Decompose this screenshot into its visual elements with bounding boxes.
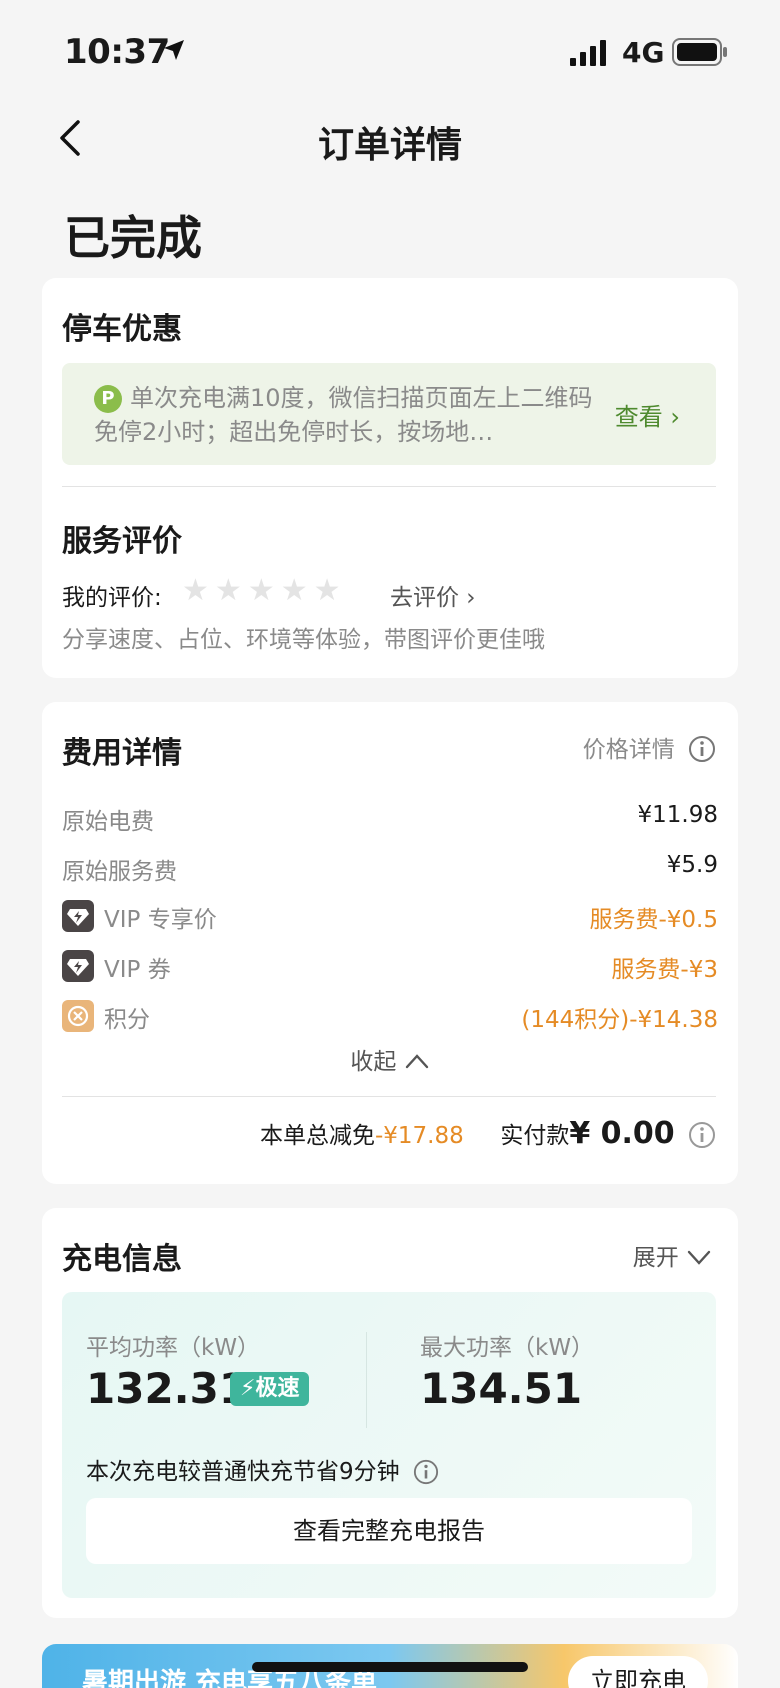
- parking-text: 单次充电满10度，微信扫描页面左上二维码免停2小时；超出免停时长，按场地…: [94, 384, 593, 446]
- paid-value: ¥ 0.00: [569, 1116, 675, 1151]
- fee-row: VIP 券 服务费-¥3: [62, 950, 718, 986]
- fee-row: VIP 专享价 服务费-¥0.5: [62, 900, 718, 936]
- star-icon[interactable]: ★: [248, 576, 275, 606]
- divider: [366, 1332, 367, 1428]
- fee-value: 服务费-¥0.5: [589, 907, 718, 933]
- battery-icon: [672, 38, 728, 70]
- fee-value: 服务费-¥3: [611, 957, 718, 983]
- parking-info-box[interactable]: P 单次充电满10度，微信扫描页面左上二维码免停2小时；超出免停时长，按场地… …: [62, 363, 716, 465]
- order-status: 已完成: [64, 211, 202, 265]
- avg-power-value: 132.31: [86, 1364, 249, 1413]
- fee-label: 原始服务费: [62, 859, 177, 885]
- expand-label: 展开: [632, 1245, 679, 1271]
- charging-card: 充电信息 展开 平均功率（kW） 132.31 ⚡极速 最大功率（kW） 134…: [42, 1208, 738, 1618]
- signal-icon: [570, 40, 610, 70]
- charging-stats-box: 平均功率（kW） 132.31 ⚡极速 最大功率（kW） 134.51 本次充电…: [62, 1292, 716, 1598]
- page-title: 订单详情: [317, 125, 462, 166]
- info-icon[interactable]: [413, 1459, 439, 1491]
- divider: [62, 1096, 716, 1097]
- speed-badge: ⚡极速: [230, 1372, 310, 1406]
- max-power-value: 134.51: [420, 1364, 583, 1413]
- info-icon: [688, 735, 716, 769]
- status-time: 10:37: [64, 32, 170, 72]
- fee-value: ¥5.9: [666, 852, 718, 878]
- parking-view-link[interactable]: 查看 ›: [615, 397, 680, 432]
- parking-rating-card: 停车优惠 P 单次充电满10度，微信扫描页面左上二维码免停2小时；超出免停时长，…: [42, 278, 738, 678]
- collapse-toggle[interactable]: 收起: [42, 1042, 738, 1076]
- total-discount-value: -¥17.88: [374, 1123, 464, 1149]
- home-indicator: [252, 1662, 528, 1672]
- rating-stars[interactable]: ★ ★ ★ ★ ★: [182, 576, 347, 606]
- star-icon[interactable]: ★: [314, 576, 341, 606]
- chevron-up-icon: [404, 1049, 430, 1075]
- fee-row: 原始电费 ¥11.98: [62, 802, 718, 838]
- saving-label: 本次充电较普通快充节省9分钟: [86, 1459, 400, 1485]
- parking-title: 停车优惠: [62, 312, 182, 347]
- price-detail-label: 价格详情: [582, 737, 675, 763]
- my-rating-label: 我的评价:: [62, 585, 162, 611]
- expand-toggle[interactable]: 展开: [633, 1238, 712, 1272]
- fee-value: (144积分)-¥14.38: [521, 1007, 718, 1033]
- banner-button[interactable]: 立即充电: [568, 1656, 708, 1688]
- total-line: 本单总减免-¥17.88 实付款¥ 0.00: [260, 1116, 716, 1155]
- rating-title: 服务评价: [62, 524, 182, 559]
- price-detail-link[interactable]: 价格详情: [583, 730, 716, 769]
- view-report-button[interactable]: 查看完整充电报告: [86, 1498, 692, 1564]
- paid-label: 实付款: [500, 1123, 570, 1149]
- fee-label: VIP 券: [104, 957, 171, 983]
- location-arrow-icon: [162, 38, 186, 66]
- fee-label: 原始电费: [62, 809, 154, 835]
- rating-hint: 分享速度、占位、环境等体验，带图评价更佳哦: [62, 627, 545, 653]
- divider: [62, 486, 716, 487]
- go-rate-link[interactable]: 去评价 ›: [390, 578, 476, 612]
- avg-power-label: 平均功率（kW）: [86, 1335, 261, 1361]
- fee-label: 积分: [104, 1007, 150, 1033]
- vip-icon: [62, 900, 94, 932]
- star-icon[interactable]: ★: [281, 576, 308, 606]
- fee-label: VIP 专享价: [104, 907, 217, 933]
- vip-coupon-icon: [62, 950, 94, 982]
- saving-text: 本次充电较普通快充节省9分钟: [86, 1452, 439, 1491]
- status-bar: 10:37 4G: [0, 0, 780, 100]
- star-icon[interactable]: ★: [215, 576, 242, 606]
- fee-title: 费用详情: [62, 736, 182, 771]
- charging-title: 充电信息: [62, 1242, 182, 1277]
- fee-row: 原始服务费 ¥5.9: [62, 852, 718, 888]
- chevron-down-icon: [687, 1250, 711, 1265]
- fee-card: 费用详情 价格详情 原始电费 ¥11.98 原始服务费 ¥5.9 VIP 专享价…: [42, 702, 738, 1184]
- info-icon[interactable]: [688, 1121, 716, 1155]
- points-icon: [62, 1000, 94, 1032]
- total-discount-label: 本单总减免: [259, 1123, 375, 1149]
- network-label: 4G: [622, 36, 665, 69]
- collapse-label: 收起: [350, 1049, 397, 1075]
- nav-bar: 订单详情: [0, 100, 780, 180]
- max-power-label: 最大功率（kW）: [420, 1335, 595, 1361]
- fee-value: ¥11.98: [637, 802, 718, 828]
- star-icon[interactable]: ★: [182, 576, 209, 606]
- fee-row: 积分 (144积分)-¥14.38: [62, 1000, 718, 1036]
